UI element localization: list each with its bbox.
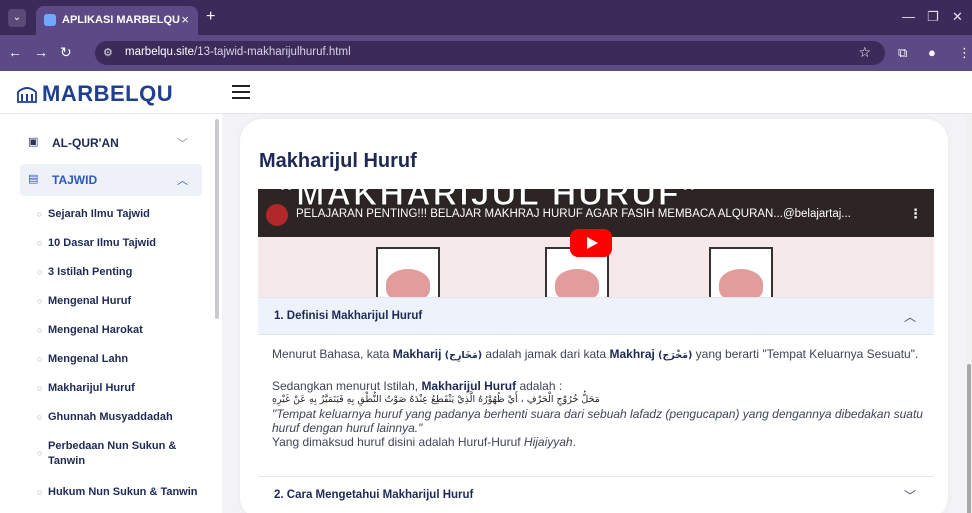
submenu-ghunnah-musyaddadah[interactable]: Ghunnah Musyaddadah [48, 410, 173, 425]
submenu-sejarah-ilmu-tajwid[interactable]: Sejarah Ilmu Tajwid [48, 207, 150, 222]
accordion-item: 2. Cara Mengetahui Makharijul Huruf ﹀ [258, 476, 934, 513]
sidebar-item-label: TAJWID [52, 173, 98, 187]
accordion-title: 1. Definisi Makharijul Huruf [274, 310, 423, 322]
site-header: MARBELQU [0, 71, 972, 114]
bookmark-star-icon[interactable]: ☆ [858, 44, 871, 61]
back-icon[interactable]: ← [8, 44, 22, 60]
mouth-diagram-image [709, 247, 773, 297]
url-text[interactable]: marbelqu.site/13-tajwid-makharijulhuruf.… [125, 46, 351, 58]
video-embed[interactable]: "MAKHARIJUL HURUF" PELAJARAN PENTING!!! … [258, 189, 934, 297]
bullet-icon: ○ [37, 209, 43, 219]
site-info-icon[interactable]: ⚙ [103, 46, 117, 60]
definition-translation-2: huruf dengan huruf lainnya." [272, 421, 423, 435]
accordion-header-definisi[interactable]: 1. Definisi Makharijul Huruf ︿ [258, 297, 934, 335]
close-window-icon[interactable]: ✕ [952, 9, 963, 25]
close-tab-icon[interactable]: × [181, 12, 189, 27]
definition-bahasa: Menurut Bahasa, kata Makharij (مَخَارِج)… [272, 347, 919, 361]
hamburger-menu-icon[interactable] [232, 85, 250, 99]
document-icon: ▤ [28, 173, 39, 185]
video-title[interactable]: PELAJARAN PENTING!!! BELAJAR MAKHRAJ HUR… [296, 208, 851, 220]
sidebar-item-alquran[interactable]: ▣ AL-QUR'AN ﹀ [20, 127, 202, 159]
page-title: Makharijul Huruf [259, 150, 417, 172]
bullet-icon: ○ [37, 354, 43, 364]
content-card: Makharijul Huruf "MAKHARIJUL HURUF" PELA… [240, 119, 948, 513]
accordion-item: 1. Definisi Makharijul Huruf ︿ Menurut B… [258, 297, 934, 477]
site-logo-text[interactable]: MARBELQU [42, 81, 173, 107]
url-bar[interactable]: ⚙ marbelqu.site/13-tajwid-makharijulhuru… [95, 41, 885, 65]
submenu-3-istilah-penting[interactable]: 3 Istilah Penting [48, 265, 132, 280]
bullet-icon: ○ [37, 267, 43, 277]
arabic-definition: مَحَلُّ خُرُوْجِ الْحَرْفِ ، أَيْ ظُهُوْ… [272, 394, 600, 405]
tab-title: APLIKASI MARBELQU [62, 14, 180, 26]
bullet-icon: ○ [37, 412, 43, 422]
bullet-icon: ○ [37, 383, 43, 393]
forward-icon[interactable]: → [34, 44, 48, 60]
tab-search-icon[interactable]: ⌄ [8, 9, 26, 27]
more-options-icon[interactable]: ⋮ [909, 206, 922, 222]
chevron-up-icon: ︿ [903, 310, 916, 324]
new-tab-icon[interactable]: + [206, 8, 215, 26]
sidebar-scrollbar[interactable] [215, 119, 219, 319]
profile-avatar[interactable]: ● [928, 45, 936, 60]
browser-menu-icon[interactable]: ⋮ [958, 45, 971, 61]
mouth-diagram-image [376, 247, 440, 297]
submenu-10-dasar-ilmu-tajwid[interactable]: 10 Dasar Ilmu Tajwid [48, 236, 156, 251]
bullet-icon: ○ [37, 238, 43, 248]
submenu-makharijul-huruf[interactable]: Makharijul Huruf [48, 381, 135, 396]
submenu-perbedaan-nun-sukun[interactable]: Perbedaan Nun Sukun & Tanwin [48, 439, 176, 469]
chevron-down-icon: ﹀ [177, 138, 188, 150]
mosque-logo-icon [17, 87, 37, 103]
minimize-icon[interactable]: — [902, 9, 915, 24]
accordion-body: Menurut Bahasa, kata Makharij (مَخَارِج)… [258, 335, 934, 461]
channel-avatar[interactable] [266, 204, 288, 226]
definition-istilah: Sedangkan menurut Istilah, Makharijul Hu… [272, 379, 563, 393]
bullet-icon: ○ [37, 487, 43, 497]
hijaiyyah-note: Yang dimaksud huruf disini adalah Huruf-… [272, 435, 576, 449]
browser-tab-bar: ⌄ APLIKASI MARBELQU × + — ❐ ✕ [0, 0, 972, 35]
browser-tab[interactable]: APLIKASI MARBELQU × [36, 6, 198, 35]
restore-icon[interactable]: ❐ [927, 9, 939, 25]
accordion-header-cara-mengetahui[interactable]: 2. Cara Mengetahui Makharijul Huruf ﹀ [258, 476, 934, 513]
bullet-icon: ○ [37, 296, 43, 306]
accordion-title: 2. Cara Mengetahui Makharijul Huruf [274, 489, 474, 501]
favicon-icon [44, 14, 56, 26]
address-toolbar: ← → ↻ ⚙ marbelqu.site/13-tajwid-makharij… [0, 35, 972, 71]
sidebar-item-label: AL-QUR'AN [52, 136, 119, 150]
reload-icon[interactable]: ↻ [60, 44, 72, 61]
chevron-down-icon: ﹀ [903, 489, 916, 503]
submenu-mengenal-harokat[interactable]: Mengenal Harokat [48, 323, 143, 338]
extensions-icon[interactable]: ⧉ [898, 45, 907, 61]
bullet-icon: ○ [37, 448, 43, 458]
bullet-icon: ○ [37, 325, 43, 335]
submenu-mengenal-lahn[interactable]: Mengenal Lahn [48, 352, 128, 367]
submenu-mengenal-huruf[interactable]: Mengenal Huruf [48, 294, 131, 309]
sidebar: ▣ AL-QUR'AN ﹀ ▤ TAJWID ︿ ○ Sejarah Ilmu … [0, 114, 222, 513]
book-icon: ▣ [28, 136, 39, 148]
submenu-hukum-nun-sukun[interactable]: Hukum Nun Sukun & Tanwin [48, 485, 198, 500]
page-scrollbar[interactable] [966, 114, 972, 513]
sidebar-item-tajwid[interactable]: ▤ TAJWID ︿ [20, 164, 202, 196]
definition-translation-1: "Tempat keluarnya huruf yang padanya ber… [272, 407, 923, 421]
play-button[interactable] [570, 229, 612, 257]
chevron-up-icon: ︿ [177, 175, 188, 187]
